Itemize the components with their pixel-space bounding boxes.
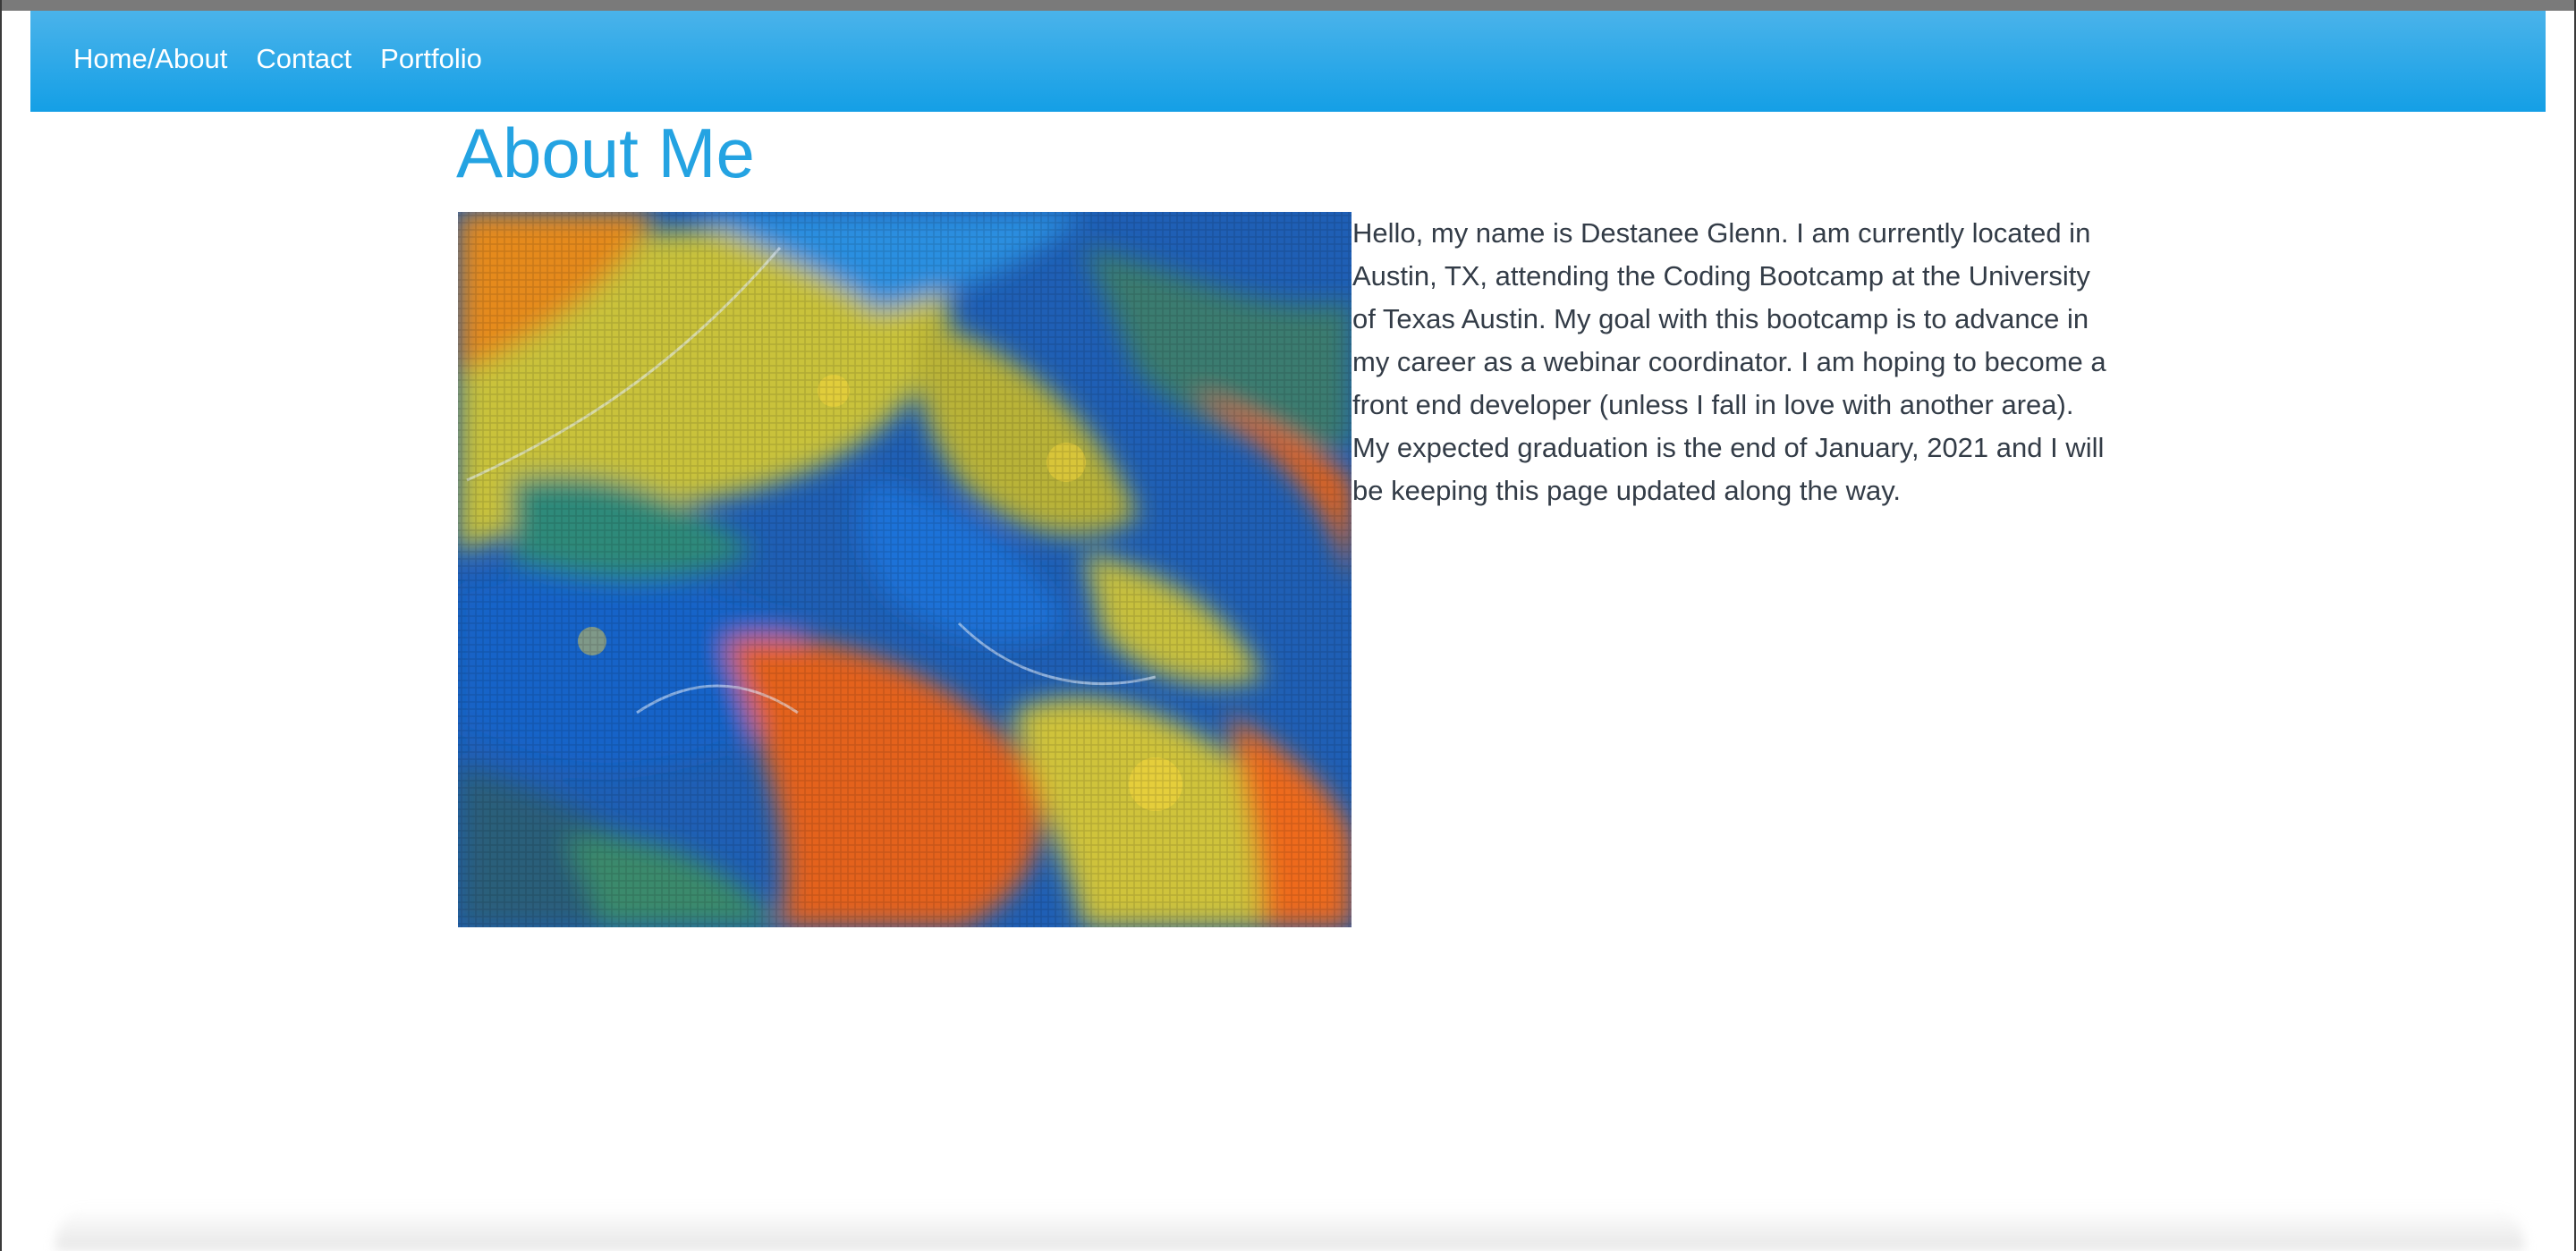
page-title: About Me [456,114,755,192]
bio-text: Hello, my name is Destanee Glenn. I am c… [1352,217,2106,506]
window-top-border [2,0,2574,11]
browser-window: Home/About Contact Portfolio About Me He… [0,0,2576,1251]
nav-link-home-about[interactable]: Home/About [73,45,227,78]
about-image [458,212,1352,927]
bottom-shadow [55,1207,2524,1251]
navbar: Home/About Contact Portfolio [30,11,2546,112]
nav-link-contact[interactable]: Contact [256,45,352,78]
nav-link-portfolio[interactable]: Portfolio [380,45,482,78]
